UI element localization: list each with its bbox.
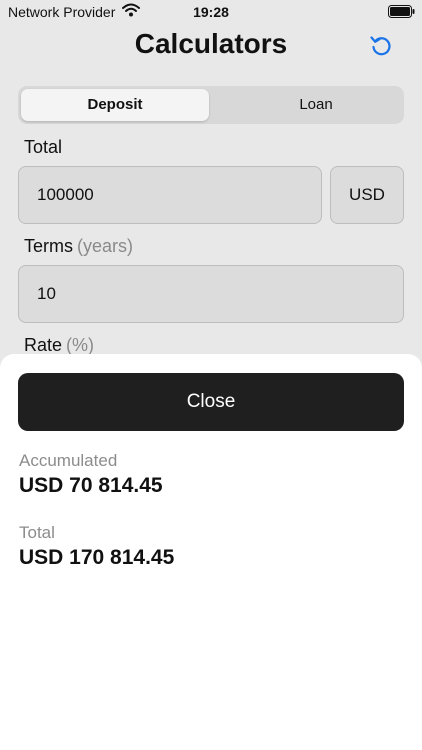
battery-icon — [388, 5, 415, 23]
accumulated-label: Accumulated — [19, 451, 118, 470]
terms-field-label: Terms (years) — [24, 236, 133, 257]
segment-deposit[interactable]: Deposit — [21, 89, 209, 121]
terms-input-value: 10 — [37, 284, 56, 303]
total-field-label: Total — [24, 137, 62, 158]
accumulated-value: USD 70 814.45 — [19, 474, 163, 497]
calculator-type-segmented-control: Deposit Loan — [18, 86, 404, 124]
rate-field-label: Rate (%) — [24, 335, 94, 356]
total-input-value: 100000 — [37, 185, 94, 204]
terms-label-text: Terms — [24, 236, 73, 256]
currency-selector[interactable]: USD — [330, 166, 404, 224]
terms-input[interactable]: 10 — [18, 265, 404, 323]
status-time: 19:28 — [193, 4, 229, 20]
rate-label-text: Rate — [24, 335, 63, 355]
page-title: Calculators — [134, 28, 288, 59]
results-sheet: Close Accumulated USD 70 814.45 Total US… — [0, 354, 422, 750]
status-bar: Network Provider 19:28 — [0, 0, 422, 24]
total-label-text: Total — [24, 137, 63, 157]
reset-icon[interactable] — [368, 33, 394, 59]
terms-hint: (years) — [77, 236, 134, 256]
rate-hint: (%) — [66, 335, 95, 355]
result-total-value: USD 170 814.45 — [19, 546, 175, 569]
total-input[interactable]: 100000 — [18, 166, 322, 224]
result-total-label: Total — [19, 523, 55, 542]
segment-loan[interactable]: Loan — [227, 89, 405, 121]
close-button[interactable]: Close — [18, 373, 404, 431]
